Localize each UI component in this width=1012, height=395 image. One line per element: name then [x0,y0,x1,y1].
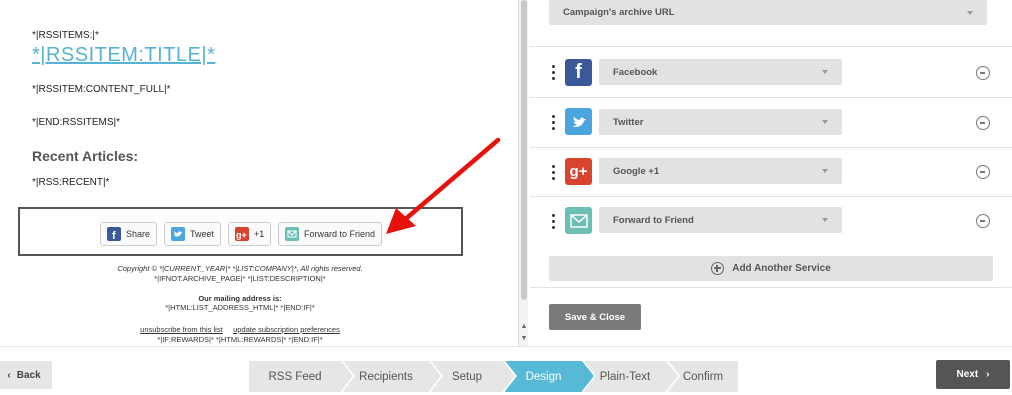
rss-items-end-tag: *|END:RSSITEMS|* [32,117,120,128]
step-recipients[interactable]: Recipients [343,361,441,392]
share-label: Share [126,229,151,239]
drag-handle-icon[interactable] [552,165,556,183]
service-select-value: Google +1 [613,165,660,177]
footer-address-line: *|HTML:LIST_ADDRESS_HTML|* *|END:IF|* [165,303,315,312]
service-select-value: Forward to Friend [613,214,694,226]
scroll-up-arrow-icon[interactable]: ▲ [520,322,528,332]
email-icon [565,207,592,234]
save-close-button[interactable]: Save & Close [549,304,641,330]
email-icon [285,227,299,241]
service-select-twitter[interactable]: Twitter [599,109,842,135]
archive-url-select[interactable]: Campaign's archive URL [549,0,987,25]
remove-circle-icon[interactable] [976,66,990,80]
preview-tweet-button[interactable]: Tweet [164,222,222,246]
preview-plusone-button[interactable]: g+ +1 [228,222,272,246]
rss-recent-tag: *|RSS:RECENT|* [32,177,110,188]
chevron-down-icon [967,10,973,15]
step-setup[interactable]: Setup [431,361,515,392]
chevron-left-icon: ‹ [7,369,11,381]
share-settings-pane: Campaign's archive URL f Facebook Twitte… [530,0,1012,346]
step-plain-text[interactable]: Plain-Text [584,361,678,392]
row-divider [530,147,1012,148]
next-button[interactable]: Next › [936,360,1010,389]
step-rss-feed[interactable]: RSS Feed [249,361,353,392]
scrollbar-thumb[interactable] [521,0,527,300]
service-select-value: Twitter [613,116,644,128]
rss-item-title-link[interactable]: *|RSSITEM:TITLE|* [32,44,215,67]
rss-items-open-tag: *|RSSITEMS:|* [32,30,99,41]
footer-address-heading: Our mailing address is: [198,294,282,303]
add-another-service-button[interactable]: Add Another Service [549,256,993,281]
back-label: Back [16,369,41,381]
archive-url-select-value: Campaign's archive URL [563,7,675,18]
plusone-label: +1 [254,229,265,239]
step-design[interactable]: Design [505,361,594,392]
twitter-icon [171,227,185,241]
svg-text:f: f [112,230,116,241]
chevron-down-icon [822,169,828,173]
chevron-down-icon [822,218,828,222]
add-service-label: Add Another Service [732,263,831,274]
preview-forward-button[interactable]: Forward to Friend [278,222,383,246]
service-select-forward[interactable]: Forward to Friend [599,207,842,233]
row-divider [530,196,1012,197]
remove-circle-icon[interactable] [976,116,990,130]
chevron-right-icon: › [986,369,990,380]
unsubscribe-link[interactable]: unsubscribe from this list [140,325,223,334]
facebook-icon: f [565,59,592,86]
preview-share-button[interactable]: f Share [100,222,158,246]
red-arrow-annotation [386,137,501,234]
footer-copyright: Copyright © *|CURRENT_YEAR|* *|LIST:COMP… [117,264,363,273]
scroll-down-arrow-icon[interactable]: ▼ [520,334,528,344]
footer-rewards-line: *|IF:REWARDS|* *|HTML:REWARDS|* *|END:IF… [157,335,323,344]
step-confirm[interactable]: Confirm [668,361,738,392]
row-divider [530,46,1012,47]
update-preferences-link[interactable]: update subscription preferences [233,325,340,334]
forward-label: Forward to Friend [304,229,376,239]
remove-circle-icon[interactable] [976,165,990,179]
chevron-down-icon [822,70,828,74]
next-label: Next [956,369,979,380]
row-divider [530,97,1012,98]
drag-handle-icon[interactable] [552,115,556,133]
footer-archive-line: *|IFNOT:ARCHIVE_PAGE|* *|LIST:DESCRIPTIO… [154,274,326,283]
service-select-facebook[interactable]: Facebook [599,59,842,85]
footer-links: unsubscribe from this list update subscr… [0,325,480,334]
google-plus-icon: g+ [235,227,249,241]
google-plus-icon: g+ [565,158,592,185]
wizard-steps: RSS Feed Recipients Setup Design Plain-T… [249,361,740,392]
back-button[interactable]: ‹ Back [0,361,52,389]
chevron-down-icon [822,120,828,124]
row-divider [530,287,1012,288]
plus-circle-icon [711,262,725,275]
facebook-icon: f [107,227,121,242]
twitter-icon [565,108,592,135]
recent-articles-heading: Recent Articles: [32,148,139,164]
rss-item-content-tag: *|RSSITEM:CONTENT_FULL|* [32,84,171,95]
wizard-navigation-bar: ‹ Back RSS Feed Recipients Setup Design … [0,346,1012,395]
tweet-label: Tweet [190,229,215,239]
remove-circle-icon[interactable] [976,214,990,228]
svg-text:g+: g+ [236,230,247,240]
drag-handle-icon[interactable] [552,214,556,232]
service-select-value: Facebook [613,66,658,78]
drag-handle-icon[interactable] [552,65,556,83]
service-select-google[interactable]: Google +1 [599,158,842,184]
preview-scrollbar[interactable]: ▲ ▼ [518,0,528,346]
